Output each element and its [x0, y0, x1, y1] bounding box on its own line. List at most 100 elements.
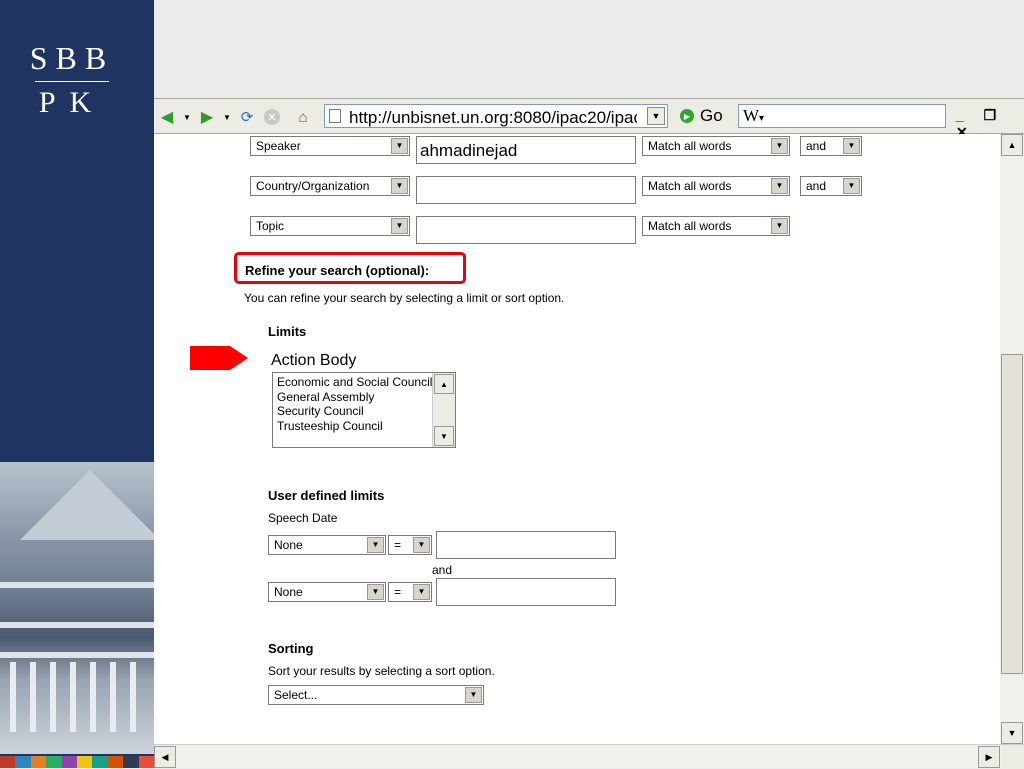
user-limits-heading: User defined limits: [268, 488, 385, 503]
scroll-corner: [1002, 745, 1024, 769]
chevron-down-icon: ▼: [413, 537, 430, 553]
search-field-select-3[interactable]: Topic ▼: [250, 216, 410, 236]
color-swatch: [107, 756, 124, 768]
chevron-down-icon: ▼: [413, 584, 430, 600]
sorting-description: Sort your results by selecting a sort op…: [268, 664, 495, 678]
chevron-down-icon: ▼: [391, 218, 408, 234]
color-swatch: [77, 756, 93, 768]
stop-icon[interactable]: ✕: [264, 109, 280, 125]
bool-select-2[interactable]: and ▼: [800, 176, 862, 196]
scroll-up-icon[interactable]: ▲: [434, 374, 454, 394]
match-select-2[interactable]: Match all words ▼: [642, 176, 790, 196]
home-icon[interactable]: ⌂: [294, 108, 312, 126]
building-column: [90, 662, 96, 732]
search-field-select-2[interactable]: Country/Organization ▼: [250, 176, 410, 196]
address-bar[interactable]: http://unbisnet.un.org:8080/ipac20/ipac.…: [324, 104, 668, 128]
sort-select[interactable]: Select... ▼: [268, 685, 484, 705]
building-band: [0, 582, 154, 588]
search-term-input-3[interactable]: [416, 216, 636, 244]
building-photo: [0, 462, 154, 754]
match-select-1[interactable]: Match all words ▼: [642, 136, 790, 156]
match-select-3[interactable]: Match all words ▼: [642, 216, 790, 236]
sort-value: Select...: [274, 688, 318, 702]
search-field-value: Speaker: [256, 139, 301, 153]
scroll-up-icon[interactable]: ▲: [1001, 134, 1023, 156]
building-column: [30, 662, 36, 732]
match-value: Match all words: [648, 139, 732, 153]
limits-heading: Limits: [268, 324, 307, 339]
date-value-input-2[interactable]: [436, 578, 616, 606]
refine-description: You can refine your search by selecting …: [244, 291, 565, 305]
logo-rule: [35, 81, 109, 82]
date-op-select-1[interactable]: = ▼: [388, 535, 432, 555]
match-value: Match all words: [648, 219, 732, 233]
color-swatch: [30, 756, 47, 768]
date-field-value: None: [274, 538, 303, 552]
date-op-select-2[interactable]: = ▼: [388, 582, 432, 602]
search-engine-dropdown-icon[interactable]: ▾: [759, 113, 764, 124]
building-column: [70, 662, 76, 732]
address-url[interactable]: http://unbisnet.un.org:8080/ipac20/ipac.…: [349, 108, 637, 128]
chevron-down-icon: ▼: [367, 584, 384, 600]
building-column: [110, 662, 116, 732]
vertical-scrollbar[interactable]: ▲ ▼: [1000, 134, 1024, 744]
brand-color-strip: [0, 756, 154, 768]
building-column: [10, 662, 16, 732]
forward-arrow-icon[interactable]: ▶: [198, 108, 216, 126]
date-op-value: =: [394, 585, 402, 599]
color-swatch: [61, 756, 78, 768]
color-swatch: [138, 756, 154, 768]
search-term-input-1[interactable]: ahmadinejad: [416, 136, 636, 164]
action-body-listbox[interactable]: Economic and Social Council General Asse…: [272, 372, 456, 448]
list-item[interactable]: Economic and Social Council: [277, 375, 432, 390]
scroll-thumb[interactable]: [1001, 354, 1023, 674]
search-engine-label: W: [743, 106, 760, 125]
listbox-scrollbar[interactable]: ▲ ▼: [432, 373, 455, 447]
scroll-left-icon[interactable]: ◀: [154, 746, 176, 768]
refresh-icon[interactable]: ⟳: [238, 108, 256, 126]
search-engine-box[interactable]: W▾: [738, 104, 946, 128]
date-field-select-2[interactable]: None ▼: [268, 582, 386, 602]
chevron-down-icon: ▼: [391, 178, 408, 194]
sbb-pk-logo: SBB PK: [0, 40, 144, 120]
back-dropdown-icon[interactable]: ▼: [178, 108, 196, 126]
logo-line2: PK: [38, 86, 106, 119]
date-op-value: =: [394, 538, 402, 552]
bool-value: and: [806, 139, 827, 153]
scroll-down-icon[interactable]: ▼: [434, 426, 454, 446]
search-term-input-2[interactable]: [416, 176, 636, 204]
scroll-right-icon[interactable]: ▶: [978, 746, 1000, 768]
date-connector: and: [432, 563, 453, 577]
go-icon: ▶: [680, 109, 694, 123]
date-value-input-1[interactable]: [436, 531, 616, 559]
bool-value: and: [806, 179, 827, 193]
building-column: [50, 662, 56, 732]
horizontal-scrollbar[interactable]: ◀ ▶: [154, 744, 1024, 769]
list-item[interactable]: General Assembly: [277, 390, 432, 405]
building-band: [0, 652, 154, 658]
go-button[interactable]: ▶ Go: [680, 106, 723, 126]
forward-dropdown-icon[interactable]: ▼: [218, 108, 236, 126]
match-value: Match all words: [648, 179, 732, 193]
search-field-select-1[interactable]: Speaker ▼: [250, 136, 410, 156]
building-band: [0, 622, 154, 628]
refine-heading: Refine your search (optional):: [245, 263, 430, 278]
back-arrow-icon[interactable]: ◀: [158, 108, 176, 126]
chevron-down-icon: ▼: [843, 178, 860, 194]
date-field-select-1[interactable]: None ▼: [268, 535, 386, 555]
logo-line1: SBB: [29, 40, 115, 76]
slide-top-area: [154, 0, 1024, 98]
chevron-down-icon: ▼: [771, 218, 788, 234]
bool-select-1[interactable]: and ▼: [800, 136, 862, 156]
list-item[interactable]: Security Council: [277, 404, 432, 419]
color-swatch: [46, 756, 62, 768]
list-item[interactable]: Trusteeship Council: [277, 419, 432, 434]
search-term-value: ahmadinejad: [420, 141, 518, 160]
scroll-down-icon[interactable]: ▼: [1001, 722, 1023, 744]
search-field-value: Topic: [256, 219, 285, 233]
address-dropdown-icon[interactable]: ▼: [647, 107, 665, 125]
page-content: Speaker ▼ ahmadinejad Match all words ▼ an…: [154, 134, 1000, 744]
brand-panel: SBB PK: [0, 0, 154, 768]
color-swatch: [15, 756, 31, 768]
chevron-down-icon: ▼: [771, 138, 788, 154]
